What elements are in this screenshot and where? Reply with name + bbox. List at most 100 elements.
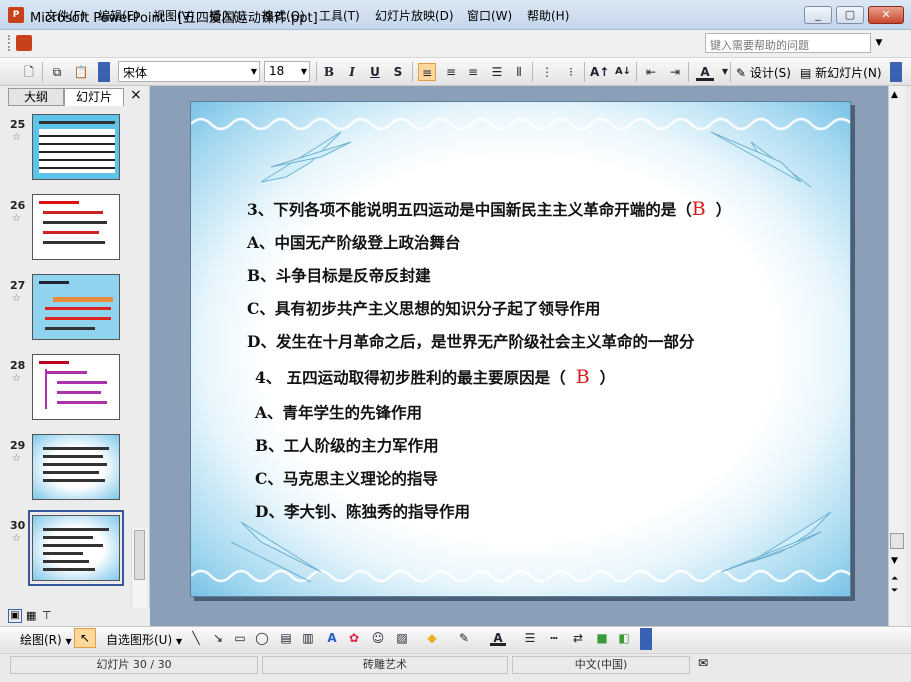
scroll-down-icon[interactable]: ▼	[891, 556, 898, 566]
slide-sorter-icon[interactable]: ▦	[26, 609, 36, 622]
help-search-input[interactable]: 键入需要帮助的问题	[705, 33, 871, 53]
menu-file[interactable]: 文件(F)	[45, 7, 85, 24]
toolbar-options-icon[interactable]	[890, 62, 902, 82]
textbox-icon[interactable]: ▤	[278, 630, 294, 646]
slide-thumbnail-30[interactable]	[32, 515, 120, 581]
decrease-font-icon[interactable]: A↓	[614, 63, 632, 81]
font-color-icon[interactable]: A	[490, 630, 506, 646]
line-style-icon[interactable]: ☰	[522, 630, 538, 646]
dash-style-icon[interactable]: ┅	[546, 630, 562, 646]
menu-edit[interactable]: 编辑(E)	[98, 7, 139, 24]
autoshapes-label: 自选图形(U)	[106, 633, 173, 647]
close-pane-icon[interactable]: ×	[130, 87, 142, 103]
slide[interactable]: 3、下列各项不能说明五四运动是中国新民主主义革命开端的是（B） A、中国无产阶级…	[190, 101, 851, 597]
normal-view-icon[interactable]: ▣	[8, 609, 22, 623]
3d-style-icon[interactable]: ◧	[616, 630, 632, 646]
question-3-close: ）	[715, 200, 732, 219]
fill-color-icon[interactable]: ◆	[424, 630, 440, 646]
copy-icon[interactable]: ⧉	[48, 63, 66, 81]
animation-star-icon: ☆	[12, 213, 21, 224]
bold-button[interactable]: B	[320, 63, 338, 81]
new-slide-label: 新幻灯片(N)	[815, 66, 882, 80]
numbering-icon[interactable]: ⋮	[538, 63, 556, 81]
decrease-indent-icon[interactable]: ⇤	[642, 63, 660, 81]
menu-slideshow[interactable]: 幻灯片放映(D)	[375, 7, 454, 24]
document-icon[interactable]	[16, 35, 32, 51]
picture-icon[interactable]: ▨	[394, 630, 410, 646]
underline-button[interactable]: U	[366, 63, 384, 81]
menu-view[interactable]: 视图(V)	[153, 7, 195, 24]
previous-slide-icon[interactable]: ⏶	[891, 574, 898, 584]
font-select[interactable]: 宋体 ▼	[118, 61, 260, 82]
bullets-icon[interactable]: ⁝	[562, 63, 580, 81]
tab-slides[interactable]: 幻灯片	[64, 88, 124, 106]
chevron-down-icon[interactable]: ▼	[716, 63, 734, 81]
font-color-button[interactable]: A	[696, 63, 714, 81]
slide-thumbnail-28[interactable]	[32, 354, 120, 420]
scroll-thumb[interactable]	[890, 533, 904, 549]
main-scrollbar[interactable]: ▲ ▼ ⏶ ⏷	[888, 86, 906, 626]
select-objects-icon[interactable]: ↖	[74, 628, 96, 648]
maximize-button[interactable]: ▢	[836, 6, 864, 24]
oval-icon[interactable]: ◯	[254, 630, 270, 646]
design-button[interactable]: ✎ 设计(S)	[736, 64, 791, 81]
slideshow-icon[interactable]: ⊤	[42, 609, 52, 622]
question-3-answer: B	[691, 198, 706, 220]
toolbar-options-icon[interactable]	[640, 628, 652, 650]
menu-format[interactable]: 格式(O)	[262, 7, 305, 24]
slide-thumbnail-25[interactable]	[32, 114, 120, 180]
autoshapes-menu-button[interactable]: 自选图形(U) ▼	[106, 631, 182, 648]
align-left-button[interactable]: ≡	[418, 63, 436, 81]
line-icon[interactable]: ╲	[188, 630, 204, 646]
help-dropdown-icon[interactable]: ▼	[871, 33, 887, 53]
slide-thumbnail-29[interactable]	[32, 434, 120, 500]
slide-thumbnail-27[interactable]	[32, 274, 120, 340]
new-slide-button[interactable]: ▤ 新幻灯片(N)	[800, 64, 882, 81]
minimize-button[interactable]: _	[804, 6, 832, 24]
arrow-style-icon[interactable]: ⇄	[570, 630, 586, 646]
align-right-button[interactable]: ≡	[464, 63, 482, 81]
paste-icon[interactable]: 📋	[72, 63, 90, 81]
scroll-up-icon[interactable]: ▲	[891, 90, 898, 100]
scroll-thumb[interactable]	[134, 530, 145, 580]
question-4-answer: B	[575, 366, 590, 388]
close-button[interactable]: ✕	[868, 6, 904, 24]
question-3-text: 3、下列各项不能说明五四运动是中国新民主主义革命开端的是（	[247, 200, 692, 219]
font-size-value: 18	[269, 64, 285, 78]
distribute-button[interactable]: ☰	[488, 63, 506, 81]
slide-number: 26	[10, 199, 26, 212]
menu-help[interactable]: 帮助(H)	[527, 7, 569, 24]
rectangle-icon[interactable]: ▭	[232, 630, 248, 646]
align-center-button[interactable]: ≡	[442, 63, 460, 81]
menubar-grip[interactable]	[8, 35, 12, 51]
next-slide-icon[interactable]: ⏷	[891, 586, 898, 596]
clipart-icon[interactable]: ☺	[370, 630, 386, 646]
increase-indent-icon[interactable]: ⇥	[666, 63, 684, 81]
spelling-icon[interactable]: ✉	[698, 656, 708, 670]
diagram-icon[interactable]: ✿	[346, 630, 362, 646]
toolbar-options-icon[interactable]	[98, 62, 110, 82]
animation-star-icon: ☆	[12, 533, 21, 544]
menu-window[interactable]: 窗口(W)	[467, 7, 512, 24]
powerpoint-app-icon[interactable]: P	[8, 7, 24, 23]
tab-outline[interactable]: 大纲	[8, 88, 64, 106]
menu-tools[interactable]: 工具(T)	[319, 7, 360, 24]
draw-menu-button[interactable]: 绘图(R) ▼	[20, 631, 72, 648]
question-4: 4、 五四运动取得初步胜利的最主要原因是（ B ）	[255, 366, 615, 388]
vertical-text-button[interactable]: ⦀	[510, 63, 528, 81]
italic-button[interactable]: I	[343, 63, 361, 81]
increase-font-icon[interactable]: A↑	[590, 63, 609, 81]
shadow-button[interactable]: S	[389, 63, 407, 81]
new-document-icon[interactable]: 🗋	[20, 63, 38, 81]
arrow-icon[interactable]: ↘	[210, 630, 226, 646]
wordart-icon[interactable]: A	[324, 630, 340, 646]
slide-thumbnail-26[interactable]	[32, 194, 120, 260]
question-3-option-a: A、中国无产阶级登上政治舞台	[247, 233, 461, 252]
design-label: 设计(S)	[749, 66, 791, 80]
menu-insert[interactable]: 插入(I)	[209, 7, 246, 24]
shadow-style-icon[interactable]: ■	[594, 630, 610, 646]
line-color-icon[interactable]: ✎	[456, 630, 472, 646]
question-3-option-b: B、斗争目标是反帝反封建	[247, 266, 431, 285]
font-size-select[interactable]: 18 ▼	[264, 61, 310, 82]
vertical-textbox-icon[interactable]: ▥	[300, 630, 316, 646]
